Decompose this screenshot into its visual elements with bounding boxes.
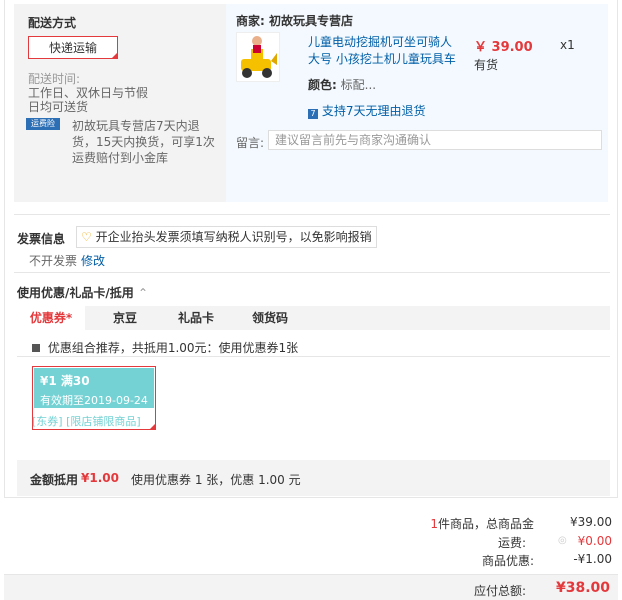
discount-summary: 金额抵用 ¥1.00 使用优惠券 1 张，优惠 1.00 元 <box>17 460 610 496</box>
combo-recommend[interactable]: 优惠组合推荐，共抵用1.00元：使用优惠券1张 <box>32 339 298 356</box>
insurance-line3: 运费赔付到小金库 <box>72 151 169 165</box>
coupon-condition: 满30 <box>60 374 90 388</box>
divider <box>17 356 610 357</box>
remark-input[interactable]: 建议留言前先与商家沟通确认 <box>268 130 602 150</box>
discount-toggle[interactable]: 使用优惠/礼品卡/抵用 ⌃ <box>17 284 148 301</box>
shipping-section: 配送方式 快递运输 配送时间: 工作日、双休日与节假 日均可送货 运费险 初故玩… <box>14 4 608 202</box>
freight-insurance-badge-text: 运费险 <box>31 119 55 128</box>
invoice-tip-text: 开企业抬头发票须填写纳税人识别号，以免影响报销 <box>95 230 372 244</box>
shipping-method-panel: 配送方式 快递运输 配送时间: 工作日、双休日与节假 日均可送货 运费险 初故玩… <box>14 4 226 202</box>
product-title-line2: 大号 小孩挖土机儿童玩具车 <box>308 52 456 66</box>
invoice-title: 发票信息 <box>17 232 66 246</box>
coupon-amount: ¥1 <box>40 374 57 388</box>
delivery-time-line2: 日均可送货 <box>28 100 89 114</box>
divider <box>14 272 610 273</box>
summary-detail: 使用优惠券 1 张，优惠 1.00 元 <box>131 473 301 487</box>
color-label: 颜色: <box>308 78 337 92</box>
coupon-expiry: 有效期至2019-09-24 <box>40 394 148 407</box>
excavator-toy-icon <box>241 36 277 78</box>
merchant-name[interactable]: 初故玩具专营店 <box>269 14 353 28</box>
goods-count-suffix: 件商品，总商品金 <box>437 517 534 531</box>
merchant-label-text: 商家: <box>236 14 265 28</box>
product-quantity: x1 <box>560 38 575 52</box>
return-policy-icon: 7 <box>308 109 318 119</box>
goods-count-line: 1件商品，总商品金 <box>430 515 534 532</box>
invoice-status: 不开发票 <box>29 254 78 268</box>
tip-icon: ♡ <box>81 230 92 244</box>
product-title-link[interactable]: 儿童电动挖掘机可坐可骑人 大号 小孩挖土机儿童玩具车 <box>308 34 468 68</box>
invoice-edit-link[interactable]: 修改 <box>81 252 105 269</box>
product-price: ￥ 39.00 <box>474 40 533 55</box>
remark-placeholder: 建议留言前先与商家沟通确认 <box>275 133 432 147</box>
summary-amount: ¥1.00 <box>81 471 119 485</box>
discount-tabs: 优惠券* 京豆 礼品卡 领货码 <box>17 306 610 330</box>
combo-text: 优惠组合推荐，共抵用1.00元：使用优惠券1张 <box>47 341 299 355</box>
divider <box>14 214 610 215</box>
payable-label: 应付总额: <box>473 584 526 598</box>
insurance-description: 初故玩具专营店7天内退 货，15天内换货，可享1次 运费赔付到小金库 <box>72 118 215 166</box>
payable-bar: 应付总额: ¥38.00 <box>4 574 618 600</box>
goods-count: 1 <box>430 517 438 531</box>
express-shipping-option[interactable]: 快递运输 <box>28 36 118 59</box>
goods-discount-label: 商品优惠: <box>481 554 534 568</box>
coupon-value: ¥1 满30 <box>40 372 90 389</box>
coupon-tags: [东券] [限店铺限商品] <box>32 415 141 428</box>
tab-coupon[interactable]: 优惠券* <box>17 306 85 330</box>
product-thumbnail[interactable] <box>236 32 280 82</box>
stock-status: 有货 <box>474 58 499 72</box>
info-icon[interactable]: ◎ <box>558 535 567 546</box>
color-value: 标配... <box>340 78 377 92</box>
return-policy-text: 支持7天无理由退货 <box>321 104 426 118</box>
merchant-panel: 商家: 初故玩具专营店 儿童电动挖掘机可坐可骑人 大号 小孩挖土机儿童玩具车 ￥… <box>226 4 608 202</box>
selected-corner-icon <box>149 423 156 430</box>
coupon-card[interactable]: ¥1 满30 有效期至2019-09-24 [东券] [限店铺限商品] <box>32 366 156 430</box>
insurance-line1: 初故玩具专营店7天内退 <box>72 119 200 133</box>
tab-jingdou[interactable]: 京豆 <box>103 306 147 330</box>
shipping-fee-amount: ¥0.00 <box>577 534 612 548</box>
goods-amount: ¥39.00 <box>570 515 612 529</box>
freight-insurance-badge: 运费险 <box>26 118 60 130</box>
remark-label: 留言: <box>236 136 265 150</box>
insurance-line2: 货，15天内换货，可享1次 <box>72 135 215 149</box>
express-shipping-label: 快递运输 <box>48 41 97 55</box>
return-policy[interactable]: 7 支持7天无理由退货 <box>308 102 425 119</box>
invoice-tip: ♡ 开企业抬头发票须填写纳税人识别号，以免影响报销 <box>76 226 377 248</box>
selected-corner-icon <box>111 52 118 59</box>
tab-redeem-code[interactable]: 领货码 <box>245 306 295 330</box>
payable-amount: ¥38.00 <box>555 580 610 596</box>
tab-gift-card[interactable]: 礼品卡 <box>171 306 221 330</box>
product-color: 颜色: 标配... <box>308 76 376 93</box>
chevron-up-icon: ⌃ <box>137 286 149 300</box>
checkbox-checked-icon[interactable] <box>32 344 40 352</box>
shipping-fee-label: 运费: <box>497 536 526 550</box>
product-title-line1: 儿童电动挖掘机可坐可骑人 <box>308 35 453 49</box>
goods-discount-amount: -¥1.00 <box>573 552 612 566</box>
summary-label: 金额抵用 <box>30 473 79 487</box>
merchant-label: 商家: 初故玩具专营店 <box>236 12 353 29</box>
coupon-header: ¥1 满30 有效期至2019-09-24 <box>34 368 154 408</box>
discount-title: 使用优惠/礼品卡/抵用 <box>17 286 134 300</box>
shipping-title: 配送方式 <box>28 16 77 30</box>
